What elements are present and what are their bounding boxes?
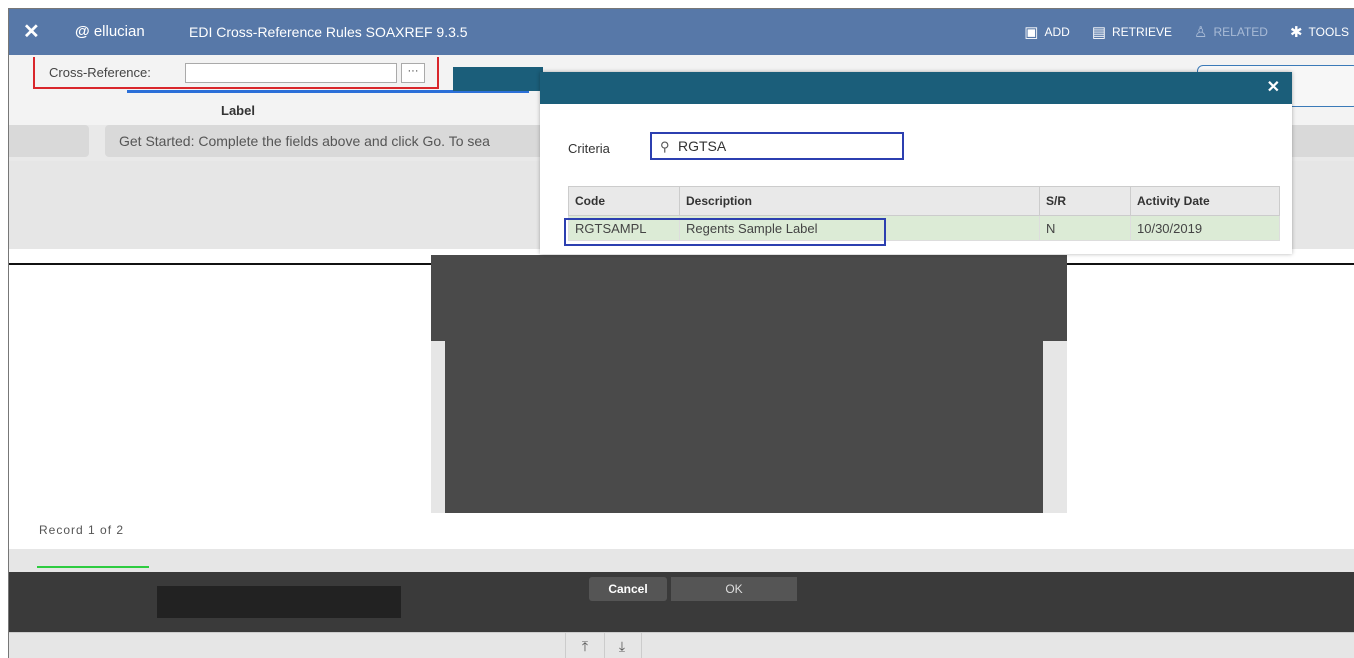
record-count: Record 1 of 2 [39,523,125,537]
retrieve-doc-icon: ▤ [1091,24,1107,41]
retrieve-button[interactable]: ▤ RETRIEVE [1092,23,1172,41]
close-icon[interactable]: ✕ [1267,72,1280,104]
app-frame: ✕ @ ellucian EDI Cross-Reference Rules S… [8,8,1354,658]
right-panel [1067,265,1354,513]
overlay-block [431,255,1067,341]
cell-activity-date: 10/30/2019 [1130,215,1280,241]
col-description[interactable]: Description [679,186,1040,216]
cell-sr: N [1039,215,1131,241]
cross-reference-label: Cross-Reference: [49,65,151,80]
pager-strip [9,513,1354,549]
col-code[interactable]: Code [568,186,680,216]
get-started-message: Get Started: Complete the fields above a… [105,125,575,157]
tools-button[interactable]: ✱ TOOLS [1290,23,1349,41]
lookup-button[interactable]: ··· [401,63,425,83]
scroll-top-icon[interactable]: ⤒ [565,633,605,658]
ok-button[interactable]: OK [671,577,797,601]
cross-reference-input[interactable] [185,63,397,83]
ellucian-logo: @ ellucian [75,22,145,42]
retrieve-label: RETRIEVE [1112,25,1173,39]
selected-row-highlight [564,218,886,246]
add-button[interactable]: ▣ ADD [1024,23,1070,41]
add-label: ADD [1044,25,1070,39]
modal-header-fragment [453,67,543,91]
table-header-row: Code Description S/R Activity Date [568,186,1280,216]
at-logo-icon: @ [75,23,90,40]
bottom-nav-bar: ⤒ ⤓ [9,632,1354,658]
label-caption: Label [221,103,255,118]
progress-line [37,566,149,568]
related-button[interactable]: ♙ RELATED [1194,23,1268,41]
logo-text: ellucian [93,23,145,40]
header-actions: ▣ ADD ▤ RETRIEVE ♙ RELATED ✱ TOOLS [1024,9,1349,55]
top-header-bar: ✕ @ ellucian EDI Cross-Reference Rules S… [9,9,1354,55]
criteria-label: Criteria [568,141,610,156]
left-panel [9,265,431,513]
add-doc-icon: ▣ [1024,24,1039,41]
lookup-dialog: ✕ Criteria ⚲ Code Description S/R Activi… [540,72,1292,254]
page-title: EDI Cross-Reference Rules SOAXREF 9.3.5 [189,24,468,40]
criteria-input[interactable] [678,137,898,155]
criteria-field[interactable]: ⚲ [650,132,904,160]
related-icon: ♙ [1194,24,1208,41]
close-icon[interactable]: ✕ [23,19,40,45]
tools-label: TOOLS [1308,25,1349,39]
scroll-bottom-icon[interactable]: ⤓ [603,633,642,658]
overlay-block-lower [445,341,1043,519]
footer-patch [157,586,401,618]
gear-icon: ✱ [1289,24,1303,41]
col-sr[interactable]: S/R [1039,186,1131,216]
banner-right [1287,125,1354,157]
col-activity-date[interactable]: Activity Date [1130,186,1280,216]
cancel-button[interactable]: Cancel [589,577,667,601]
related-label: RELATED [1213,25,1268,39]
search-icon: ⚲ [660,139,670,154]
lookup-dialog-header: ✕ [540,72,1292,104]
banner-left [9,125,89,157]
